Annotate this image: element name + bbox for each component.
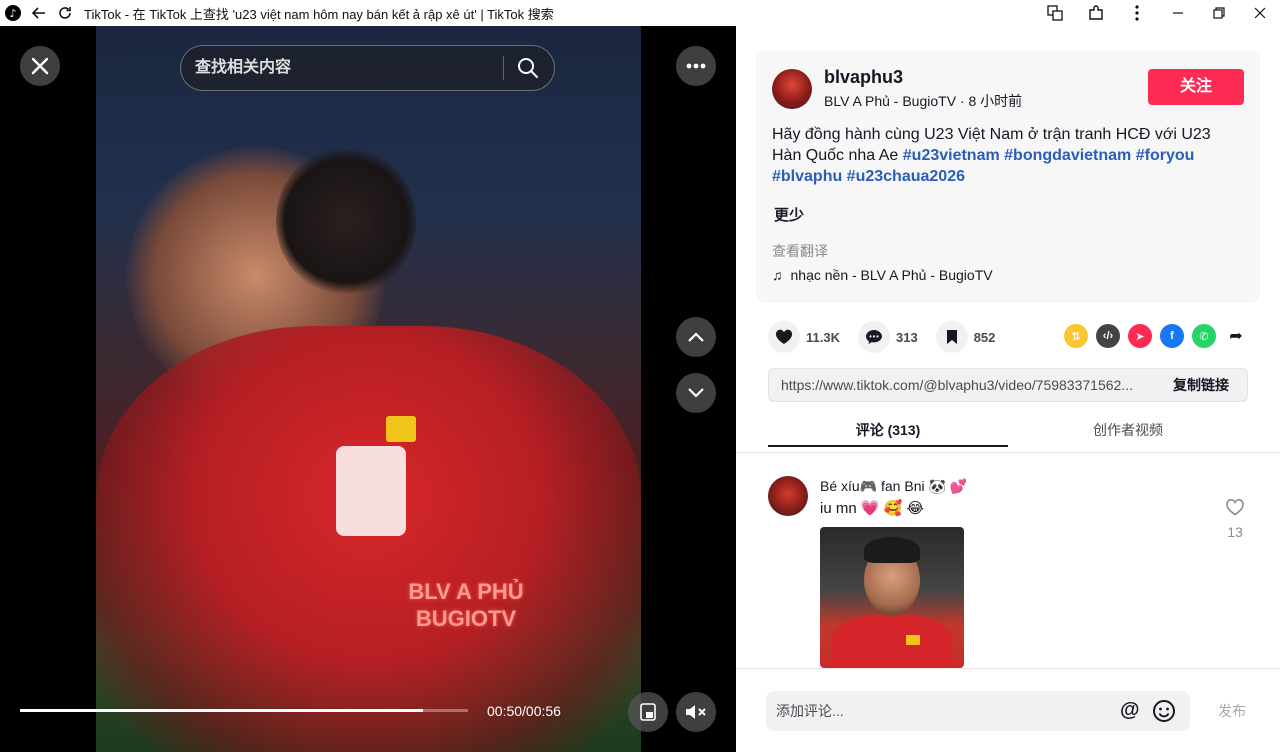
post-comment-button[interactable]: 发布 (1218, 691, 1246, 731)
follow-button[interactable]: 关注 (1148, 69, 1244, 105)
close-window-icon[interactable] (1239, 0, 1280, 26)
comment-image[interactable] (820, 527, 964, 668)
post-description: Hãy đồng hành cùng U23 Việt Nam ở trận t… (772, 124, 1242, 187)
share-buttons: ⇅ ‹/› ➤ f ✆ ➦ (1064, 324, 1248, 348)
comment-footer: 添加评论... @ 发布 (736, 668, 1280, 752)
copy-link-button[interactable]: 复制链接 (1173, 369, 1229, 401)
search-input[interactable]: 查找相关内容 (195, 46, 291, 90)
extensions-icon[interactable] (1075, 0, 1116, 26)
heart-outline-icon (1226, 499, 1244, 516)
tab-creator-videos[interactable]: 创作者视频 (1008, 415, 1248, 445)
comment-bubble-icon[interactable] (857, 321, 890, 353)
author-username[interactable]: blvaphu3 (824, 67, 903, 88)
previous-video-button[interactable] (676, 317, 716, 357)
more-options-button[interactable] (676, 46, 716, 86)
search-button[interactable] (517, 57, 541, 81)
post-info-card: blvaphu3 BLV A Phủ - BugioTV · 8 小时前 关注 … (756, 51, 1260, 303)
comment-tabs: 评论 (313) 创作者视频 (768, 415, 1248, 451)
more-dots-icon (686, 63, 706, 69)
window-titlebar: ♪ TikTok - 在 TikTok 上查找 'u23 việt nam hô… (0, 0, 1280, 26)
pip-icon (640, 703, 656, 721)
emoji-button[interactable] (1152, 699, 1176, 728)
like-count: 11.3K (806, 329, 840, 345)
heart-icon[interactable] (768, 321, 800, 353)
picture-in-picture-button[interactable] (628, 692, 668, 732)
chevron-up-icon (688, 332, 704, 342)
svg-text:♪: ♪ (9, 7, 16, 20)
close-icon (31, 57, 49, 75)
comment-text: iu mn 💗 🥰 😂 (820, 500, 925, 517)
translate-link[interactable]: 查看翻译 (772, 241, 828, 261)
more-menu-icon[interactable] (1116, 0, 1157, 26)
minimize-icon[interactable] (1157, 0, 1198, 26)
send-icon[interactable]: ➤ (1128, 324, 1152, 348)
reload-icon[interactable] (52, 0, 78, 26)
progress-bar[interactable] (20, 709, 468, 712)
caption-line-2: BUGIOTV (415, 606, 517, 631)
action-bar: 11.3K 313 852 (768, 321, 1013, 353)
caption-line-1: BLV A PHỦ (408, 579, 524, 604)
share-link-box: https://www.tiktok.com/@blvaphu3/video/7… (768, 368, 1248, 402)
repost-icon[interactable]: ⇅ (1064, 324, 1088, 348)
tiktok-logo-icon: ♪ (0, 0, 26, 26)
share-arrow-icon[interactable]: ➦ (1224, 324, 1248, 348)
search-divider (503, 56, 504, 80)
music-title: nhạc nền - BLV A Phủ - BugioTV (790, 267, 993, 283)
translate-icon[interactable] (1034, 0, 1075, 26)
details-panel: blvaphu3 BLV A Phủ - BugioTV · 8 小时前 关注 … (736, 26, 1280, 752)
volume-muted-icon (686, 705, 706, 719)
search-icon (518, 58, 538, 78)
comment-action[interactable]: 313 (857, 321, 918, 353)
emoji-icon (1153, 700, 1175, 722)
like-action[interactable]: 11.3K (768, 321, 840, 353)
comment-input-placeholder: 添加评论... (776, 703, 844, 719)
close-button[interactable] (20, 46, 60, 86)
share-link-url[interactable]: https://www.tiktok.com/@blvaphu3/video/7… (781, 369, 1156, 401)
save-count: 852 (973, 329, 996, 345)
restore-icon[interactable] (1198, 0, 1239, 26)
progress-bar-fill (20, 709, 424, 712)
commenter-name[interactable]: Bé xíu🎮 fan Bni 🐼 💕 (820, 478, 967, 495)
comment-count: 313 (895, 329, 918, 345)
next-video-button[interactable] (676, 373, 716, 413)
video-frame[interactable]: BLV A PHỦ BUGIOTV (96, 26, 641, 752)
music-link[interactable]: ♫ nhạc nền - BLV A Phủ - BugioTV (772, 267, 993, 283)
tabs-divider (736, 452, 1280, 453)
search-bar[interactable]: 查找相关内容 (180, 45, 555, 91)
window-title: TikTok - 在 TikTok 上查找 'u23 việt nam hôm … (84, 6, 554, 22)
author-subtitle: BLV A Phủ - BugioTV · 8 小时前 (824, 93, 1023, 109)
playback-time: 00:50/00:56 (487, 703, 561, 719)
mute-button[interactable] (676, 692, 716, 732)
show-less-button[interactable]: 更少 (774, 204, 804, 225)
tab-comments[interactable]: 评论 (313) (768, 415, 1008, 447)
video-player[interactable]: BLV A PHỦ BUGIOTV 查找相关内容 00:50/00:56 (0, 26, 736, 752)
commenter-avatar[interactable] (768, 476, 808, 516)
embed-icon[interactable]: ‹/› (1096, 324, 1120, 348)
save-action[interactable]: 852 (935, 321, 996, 353)
video-watermark-caption: BLV A PHỦ BUGIOTV (396, 578, 536, 632)
author-avatar[interactable] (772, 69, 812, 109)
whatsapp-icon[interactable]: ✆ (1192, 324, 1216, 348)
music-note-icon: ♫ (772, 267, 783, 283)
comment-input[interactable]: 添加评论... @ (766, 691, 1190, 731)
bookmark-icon[interactable] (935, 321, 968, 353)
back-icon[interactable] (26, 0, 52, 26)
comment-like-button[interactable] (1224, 498, 1246, 521)
mention-button[interactable]: @ (1120, 699, 1140, 722)
chevron-down-icon (688, 388, 704, 398)
facebook-icon[interactable]: f (1160, 324, 1184, 348)
comment-like-count: 13 (1227, 524, 1243, 540)
